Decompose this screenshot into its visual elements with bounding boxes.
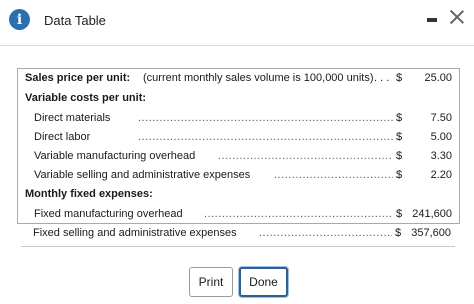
table-row: Variable selling and administrative expe… xyxy=(18,169,459,188)
leader-dots: ........................................… xyxy=(138,131,393,143)
fixed-expenses-header-row: Monthly fixed expenses: xyxy=(18,188,459,207)
variable-costs-header-row: Variable costs per unit: xyxy=(18,92,459,111)
sales-price-label: Sales price per unit: xyxy=(25,72,131,84)
dialog-titlebar: i Data Table xyxy=(0,0,474,42)
minimize-icon[interactable] xyxy=(427,18,437,22)
leader-dots: ........................................… xyxy=(204,208,393,220)
table-row: Fixed manufacturing overhead ...........… xyxy=(18,208,459,227)
row-label: Variable selling and administrative expe… xyxy=(34,169,251,181)
row-currency: $ xyxy=(395,227,402,239)
fixed-expenses-header: Monthly fixed expenses: xyxy=(25,188,153,200)
row-currency: $ xyxy=(396,150,403,162)
leader-dots: ........................................… xyxy=(138,112,393,124)
row-label: Direct materials xyxy=(34,112,111,124)
info-icon: i xyxy=(9,9,30,30)
sales-price-note: (current monthly sales volume is 100,000… xyxy=(143,72,374,84)
row-value: 2.20 xyxy=(430,169,452,181)
table-row: Variable manufacturing overhead ........… xyxy=(18,150,459,169)
row-label: Fixed selling and administrative expense… xyxy=(33,227,237,239)
sales-price-currency: $ xyxy=(396,72,403,84)
sales-price-dots: . . . xyxy=(374,72,390,84)
sales-price-value: 25.00 xyxy=(424,72,452,84)
row-value: 3.30 xyxy=(430,150,452,162)
row-value: 7.50 xyxy=(430,112,452,124)
row-label: Variable manufacturing overhead xyxy=(34,150,196,162)
row-label: Direct labor xyxy=(34,131,91,143)
dialog-title: Data Table xyxy=(44,13,106,28)
row-underline xyxy=(21,246,455,247)
row-currency: $ xyxy=(396,169,403,181)
close-icon[interactable] xyxy=(450,10,464,24)
titlebar-divider xyxy=(0,45,474,46)
row-value: 357,600 xyxy=(411,227,451,239)
variable-costs-header: Variable costs per unit: xyxy=(25,92,147,104)
row-value: 241,600 xyxy=(412,208,452,220)
leader-dots: .................................. xyxy=(274,169,393,181)
data-table: Sales price per unit: (current monthly s… xyxy=(17,68,460,224)
row-value: 5.00 xyxy=(430,131,452,143)
row-currency: $ xyxy=(396,112,403,124)
row-label: Fixed manufacturing overhead xyxy=(34,208,183,220)
done-button[interactable]: Done xyxy=(239,267,288,297)
table-row: Direct materials .......................… xyxy=(18,112,459,131)
table-row: Direct labor ...........................… xyxy=(18,131,459,150)
leader-dots: ........................................… xyxy=(218,150,393,162)
print-button[interactable]: Print xyxy=(189,267,233,297)
table-row: Fixed selling and administrative expense… xyxy=(17,227,458,246)
leader-dots: ...................................... xyxy=(259,227,392,239)
row-currency: $ xyxy=(396,131,403,143)
sales-price-row: Sales price per unit: (current monthly s… xyxy=(18,72,459,91)
row-currency: $ xyxy=(396,208,403,220)
